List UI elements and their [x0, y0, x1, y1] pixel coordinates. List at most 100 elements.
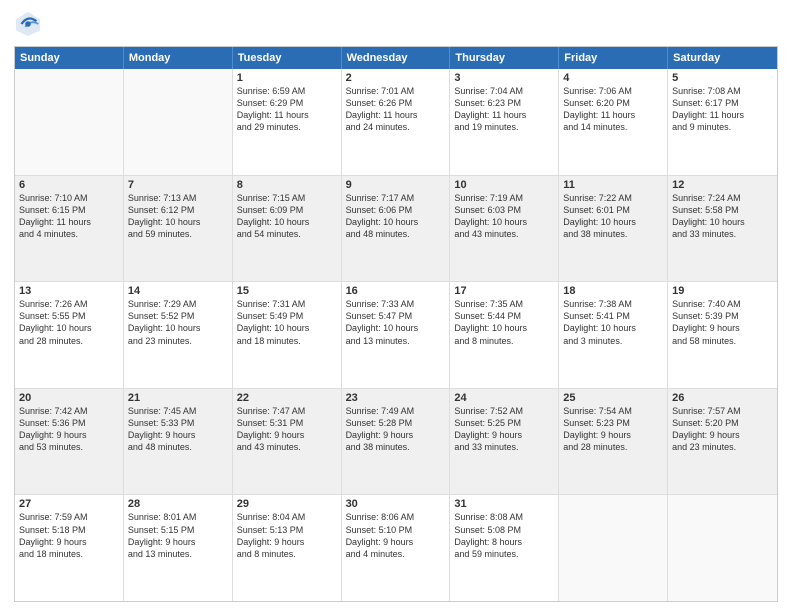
cal-cell: 7Sunrise: 7:13 AMSunset: 6:12 PMDaylight…: [124, 176, 233, 282]
cal-cell: 19Sunrise: 7:40 AMSunset: 5:39 PMDayligh…: [668, 282, 777, 388]
cell-line: and 28 minutes.: [563, 441, 663, 453]
cell-line: Sunset: 5:41 PM: [563, 310, 663, 322]
cell-line: Sunset: 5:15 PM: [128, 524, 228, 536]
cal-cell: 11Sunrise: 7:22 AMSunset: 6:01 PMDayligh…: [559, 176, 668, 282]
cal-cell: 12Sunrise: 7:24 AMSunset: 5:58 PMDayligh…: [668, 176, 777, 282]
cal-cell: 16Sunrise: 7:33 AMSunset: 5:47 PMDayligh…: [342, 282, 451, 388]
cal-cell: 20Sunrise: 7:42 AMSunset: 5:36 PMDayligh…: [15, 389, 124, 495]
cell-line: Sunrise: 8:04 AM: [237, 511, 337, 523]
day-number: 28: [128, 498, 228, 510]
cell-line: Daylight: 9 hours: [19, 429, 119, 441]
cell-line: Sunrise: 7:26 AM: [19, 298, 119, 310]
cell-line: and 9 minutes.: [672, 121, 773, 133]
cal-cell: [124, 69, 233, 175]
cal-cell: 28Sunrise: 8:01 AMSunset: 5:15 PMDayligh…: [124, 495, 233, 601]
page: SundayMondayTuesdayWednesdayThursdayFrid…: [0, 0, 792, 612]
cell-line: Sunrise: 7:31 AM: [237, 298, 337, 310]
cell-line: Sunrise: 7:04 AM: [454, 85, 554, 97]
day-number: 12: [672, 179, 773, 191]
calendar-header: SundayMondayTuesdayWednesdayThursdayFrid…: [15, 47, 777, 69]
cell-line: and 4 minutes.: [19, 228, 119, 240]
header-day-saturday: Saturday: [668, 47, 777, 69]
day-number: 17: [454, 285, 554, 297]
cal-cell: 18Sunrise: 7:38 AMSunset: 5:41 PMDayligh…: [559, 282, 668, 388]
cell-line: Sunrise: 7:49 AM: [346, 405, 446, 417]
cell-line: and 29 minutes.: [237, 121, 337, 133]
day-number: 7: [128, 179, 228, 191]
cell-line: Daylight: 10 hours: [454, 322, 554, 334]
cell-line: Sunset: 6:23 PM: [454, 97, 554, 109]
header-day-wednesday: Wednesday: [342, 47, 451, 69]
cell-line: and 23 minutes.: [672, 441, 773, 453]
header-day-thursday: Thursday: [450, 47, 559, 69]
cell-line: Daylight: 10 hours: [672, 216, 773, 228]
cal-cell: 10Sunrise: 7:19 AMSunset: 6:03 PMDayligh…: [450, 176, 559, 282]
cell-line: Daylight: 9 hours: [563, 429, 663, 441]
cell-line: Sunrise: 7:01 AM: [346, 85, 446, 97]
cal-cell: 14Sunrise: 7:29 AMSunset: 5:52 PMDayligh…: [124, 282, 233, 388]
cell-line: Sunset: 5:47 PM: [346, 310, 446, 322]
cell-line: Sunset: 5:23 PM: [563, 417, 663, 429]
cal-cell: 6Sunrise: 7:10 AMSunset: 6:15 PMDaylight…: [15, 176, 124, 282]
cal-cell: 2Sunrise: 7:01 AMSunset: 6:26 PMDaylight…: [342, 69, 451, 175]
cal-cell: 5Sunrise: 7:08 AMSunset: 6:17 PMDaylight…: [668, 69, 777, 175]
cell-line: and 13 minutes.: [128, 548, 228, 560]
cell-line: Sunrise: 7:08 AM: [672, 85, 773, 97]
cal-cell: 1Sunrise: 6:59 AMSunset: 6:29 PMDaylight…: [233, 69, 342, 175]
cell-line: Daylight: 11 hours: [454, 109, 554, 121]
day-number: 20: [19, 392, 119, 404]
day-number: 13: [19, 285, 119, 297]
cell-line: and 59 minutes.: [454, 548, 554, 560]
cell-line: Sunset: 5:28 PM: [346, 417, 446, 429]
day-number: 4: [563, 72, 663, 84]
cell-line: Sunset: 6:06 PM: [346, 204, 446, 216]
cal-cell: [668, 495, 777, 601]
cal-row-0: 1Sunrise: 6:59 AMSunset: 6:29 PMDaylight…: [15, 69, 777, 175]
cell-line: Daylight: 11 hours: [346, 109, 446, 121]
cell-line: Sunrise: 7:40 AM: [672, 298, 773, 310]
header-day-tuesday: Tuesday: [233, 47, 342, 69]
cal-cell: 31Sunrise: 8:08 AMSunset: 5:08 PMDayligh…: [450, 495, 559, 601]
cell-line: Sunset: 5:39 PM: [672, 310, 773, 322]
cal-cell: 30Sunrise: 8:06 AMSunset: 5:10 PMDayligh…: [342, 495, 451, 601]
header: [14, 10, 778, 38]
cell-line: and 58 minutes.: [672, 335, 773, 347]
day-number: 9: [346, 179, 446, 191]
cell-line: Daylight: 10 hours: [563, 216, 663, 228]
header-day-sunday: Sunday: [15, 47, 124, 69]
cell-line: and 14 minutes.: [563, 121, 663, 133]
cell-line: Daylight: 11 hours: [563, 109, 663, 121]
day-number: 30: [346, 498, 446, 510]
cell-line: Sunrise: 7:13 AM: [128, 192, 228, 204]
cell-line: Sunset: 6:29 PM: [237, 97, 337, 109]
cell-line: Sunrise: 7:17 AM: [346, 192, 446, 204]
cal-cell: 3Sunrise: 7:04 AMSunset: 6:23 PMDaylight…: [450, 69, 559, 175]
cal-row-1: 6Sunrise: 7:10 AMSunset: 6:15 PMDaylight…: [15, 175, 777, 282]
cell-line: and 8 minutes.: [454, 335, 554, 347]
day-number: 21: [128, 392, 228, 404]
logo-icon: [14, 10, 42, 38]
cal-cell: 13Sunrise: 7:26 AMSunset: 5:55 PMDayligh…: [15, 282, 124, 388]
cell-line: Daylight: 11 hours: [19, 216, 119, 228]
cell-line: and 4 minutes.: [346, 548, 446, 560]
day-number: 24: [454, 392, 554, 404]
cell-line: and 24 minutes.: [346, 121, 446, 133]
day-number: 8: [237, 179, 337, 191]
cell-line: Daylight: 9 hours: [19, 536, 119, 548]
cell-line: Sunrise: 7:29 AM: [128, 298, 228, 310]
cell-line: Daylight: 9 hours: [237, 429, 337, 441]
cell-line: Sunrise: 7:45 AM: [128, 405, 228, 417]
cell-line: and 38 minutes.: [346, 441, 446, 453]
cell-line: and 43 minutes.: [237, 441, 337, 453]
cell-line: Daylight: 10 hours: [346, 322, 446, 334]
cell-line: and 53 minutes.: [19, 441, 119, 453]
header-day-monday: Monday: [124, 47, 233, 69]
cell-line: and 59 minutes.: [128, 228, 228, 240]
cell-line: Sunrise: 7:22 AM: [563, 192, 663, 204]
cell-line: Daylight: 9 hours: [672, 322, 773, 334]
day-number: 10: [454, 179, 554, 191]
cell-line: Daylight: 9 hours: [672, 429, 773, 441]
day-number: 29: [237, 498, 337, 510]
cell-line: Sunset: 5:08 PM: [454, 524, 554, 536]
cal-cell: 26Sunrise: 7:57 AMSunset: 5:20 PMDayligh…: [668, 389, 777, 495]
